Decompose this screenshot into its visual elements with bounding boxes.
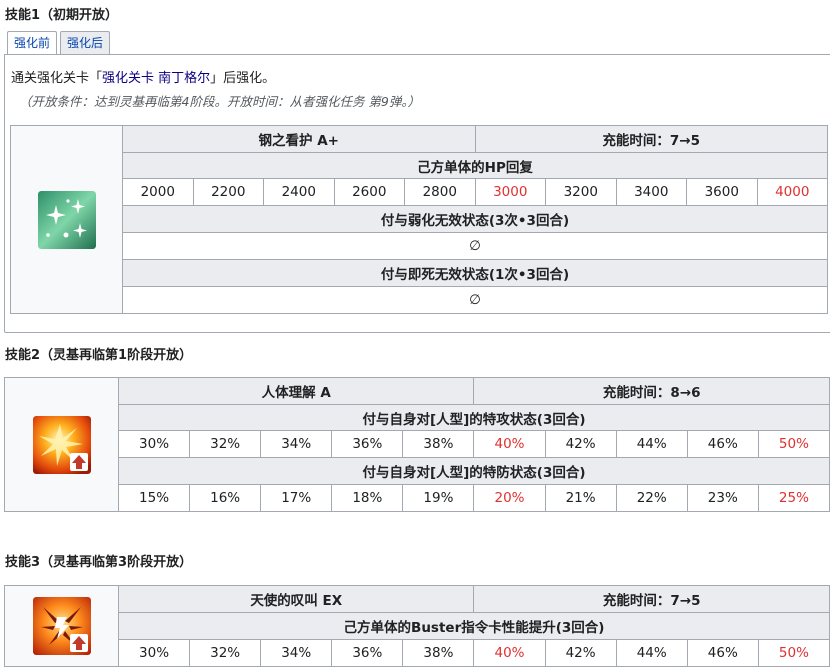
skill2-heading: 技能2（灵基再临第1阶段开放） [5,348,193,363]
skill3-name: 天使的叹叫 EX [117,585,475,613]
effect-value: 25% [757,484,830,512]
effect-value: 16% [189,484,262,512]
effect-value: 46% [686,639,759,667]
tab-before-upgrade[interactable]: 强化前 [7,31,58,56]
skill2-effect2-title: 付与自身对[人型]的特防状态(3回合) [118,457,830,485]
heal-sparkle-icon [37,190,96,249]
skill3-cooldown: 充能时间：7→5 [473,585,830,613]
effect-value: 2000 [122,178,194,206]
effect-value: 34% [260,430,333,458]
skill1-icon-cell [10,125,123,314]
skill3-icon-cell [4,585,119,667]
effect-value: 34% [260,639,333,667]
skill3-effect1-title: 己方单体的Buster指令卡性能提升(3回合) [118,612,830,640]
skill1-tabs: 强化前 强化后 [7,31,111,56]
attack-up-icon [32,415,91,474]
effect-value: 4000 [756,178,828,206]
effect-value: 50% [757,430,830,458]
effect-value: 2600 [333,178,405,206]
effect-value: 3400 [615,178,687,206]
skill1-effect3-title: 付与即死无效状态(1次•3回合) [122,259,828,287]
effect-value: 32% [189,430,262,458]
effect-value: 22% [615,484,688,512]
effect-value: 19% [402,484,475,512]
effect-value: 44% [615,639,688,667]
skill2-icon-cell [4,377,119,512]
skill2-effect1-title: 付与自身对[人型]的特攻状态(3回合) [118,404,830,431]
skill2-name: 人体理解 A [117,377,475,405]
effect-value: 40% [473,430,546,458]
effect-value: 38% [402,430,475,458]
skill1-effect1-title: 己方单体的HP回复 [122,152,828,179]
skill3-heading: 技能3（灵基再临第3阶段开放） [5,555,193,570]
effect-value: 2200 [192,178,264,206]
effect-value: 21% [544,484,617,512]
skill1-effect2-title: 付与弱化无效状态(3次•3回合) [122,205,828,233]
effect-value: 30% [117,639,191,667]
unlock-suffix: 」后强化。 [210,71,276,86]
effect-value: 42% [544,639,617,667]
unlock-prefix: 通关强化关卡「 [11,71,103,86]
skill1-effect3-value: ∅ [122,286,828,314]
skill1-heading: 技能1（初期开放） [5,8,119,23]
skill1-condition: （开放条件：达到灵基再临第4阶段。开放时间：从者强化任务 第9弹。） [19,94,421,109]
effect-value: 50% [757,639,830,667]
effect-value: 3200 [545,178,617,206]
skill1-table: 钢之看护 A+ 充能时间：7→5 己方单体的HP回复 2000 2200 240… [10,125,828,314]
skill3-table: 天使的叹叫 EX 充能时间：7→5 己方单体的Buster指令卡性能提升(3回合… [4,585,830,667]
unlock-quest-link[interactable]: 强化关卡 南丁格尔 [102,71,210,86]
effect-value: 20% [473,484,546,512]
effect-value: 38% [402,639,475,667]
effect-value: 15% [117,484,191,512]
skill1-unlock-text: 通关强化关卡「强化关卡 南丁格尔」后强化。 [11,67,275,86]
skill1-cooldown: 充能时间：7→5 [474,125,828,153]
effect-value: 42% [544,430,617,458]
effect-value: 30% [117,430,191,458]
tab-after-upgrade[interactable]: 强化后 [60,31,111,55]
effect-value: 23% [686,484,759,512]
effect-value: 3600 [686,178,758,206]
skill2-cooldown: 充能时间：8→6 [473,377,830,405]
skill2-table: 人体理解 A 充能时间：8→6 付与自身对[人型]的特攻状态(3回合) 30% … [4,377,830,512]
effect-value: 17% [260,484,333,512]
skill1-name: 钢之看护 A+ [122,125,476,153]
effect-value: 40% [473,639,546,667]
skill1-effect2-value: ∅ [122,232,828,260]
effect-value: 44% [615,430,688,458]
buster-up-icon [32,597,91,655]
effect-value: 18% [331,484,404,512]
effect-value: 2400 [263,178,335,206]
effect-value: 36% [331,639,404,667]
effect-value: 32% [189,639,262,667]
effect-value: 2800 [404,178,476,206]
effect-value: 46% [686,430,759,458]
effect-value: 3000 [474,178,546,206]
effect-value: 36% [331,430,404,458]
